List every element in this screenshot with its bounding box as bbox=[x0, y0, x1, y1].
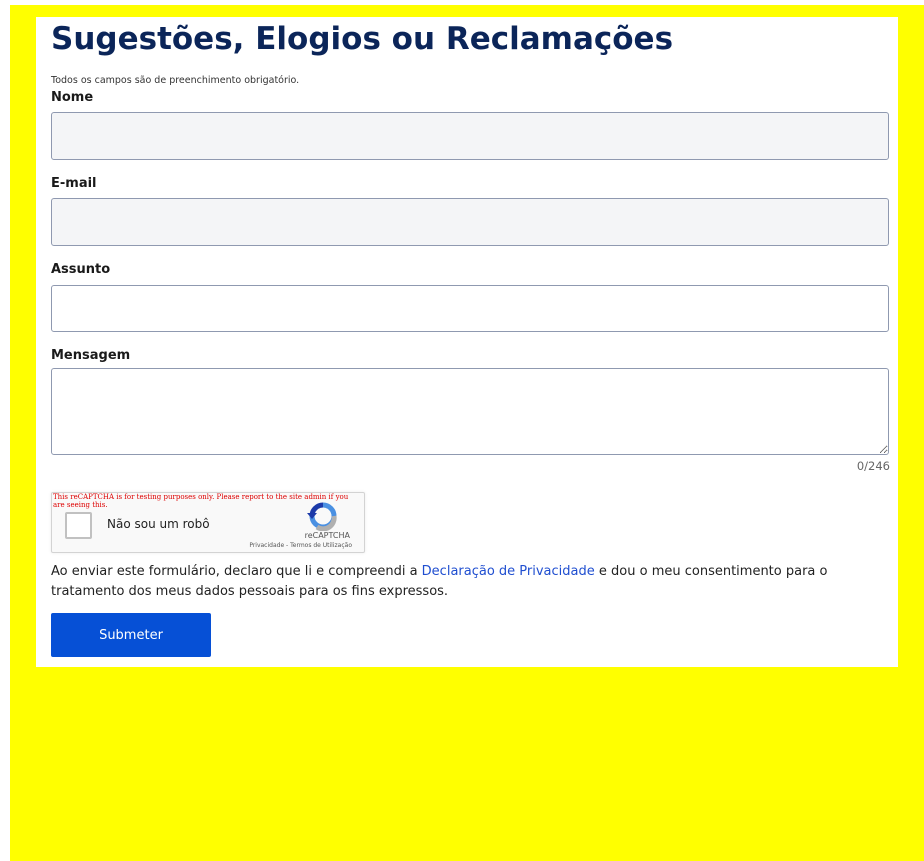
name-field[interactable] bbox=[51, 112, 889, 160]
privacy-statement-link[interactable]: Declaração de Privacidade bbox=[422, 564, 595, 579]
recaptcha-widget: This reCAPTCHA is for testing purposes o… bbox=[51, 492, 365, 553]
recaptcha-logo-icon bbox=[307, 502, 337, 531]
recaptcha-checkbox[interactable] bbox=[65, 512, 92, 539]
email-field[interactable] bbox=[51, 198, 889, 246]
email-label: E-mail bbox=[51, 176, 97, 191]
recaptcha-links[interactable]: Privacidade - Termos de Utilização bbox=[249, 542, 352, 549]
message-label: Mensagem bbox=[51, 348, 131, 363]
recaptcha-checkbox-label: Não sou um robô bbox=[107, 517, 210, 531]
message-field[interactable] bbox=[51, 368, 889, 455]
message-character-counter: 0/246 bbox=[856, 459, 890, 473]
privacy-consent-text: Ao enviar este formulário, declaro que l… bbox=[51, 562, 881, 602]
subject-field[interactable] bbox=[51, 285, 889, 332]
required-fields-note: Todos os campos são de preenchimento obr… bbox=[51, 75, 300, 86]
consent-text-before: Ao enviar este formulário, declaro que l… bbox=[51, 564, 422, 579]
recaptcha-brand: reCAPTCHA bbox=[304, 531, 350, 540]
name-label: Nome bbox=[51, 90, 94, 105]
page-title: Sugestões, Elogios ou Reclamações bbox=[51, 21, 674, 57]
subject-label: Assunto bbox=[51, 262, 111, 277]
feedback-form-card: Sugestões, Elogios ou Reclamações Todos … bbox=[36, 17, 898, 667]
submit-button[interactable]: Submeter bbox=[51, 613, 211, 657]
